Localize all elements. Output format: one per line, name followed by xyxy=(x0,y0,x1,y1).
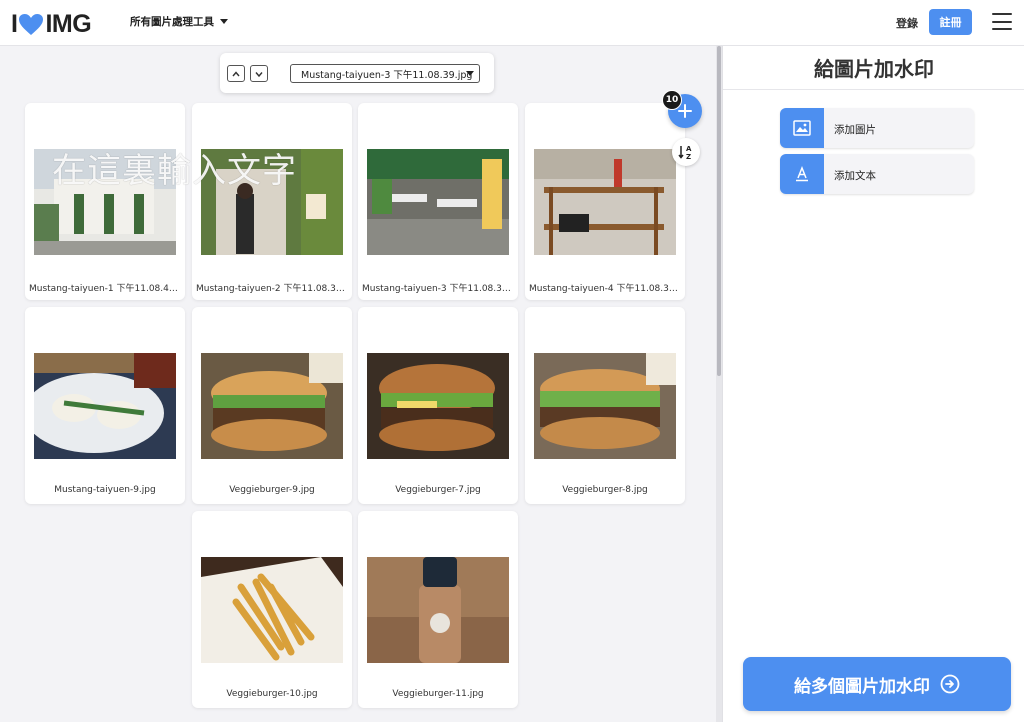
image-thumbnail xyxy=(34,149,176,255)
file-navigation-toolbar: Mustang-taiyuen-3 下午11.08.39.jpg xyxy=(220,53,494,93)
sort-az-button[interactable]: A Z xyxy=(672,138,700,166)
sort-az-icon: A Z xyxy=(678,145,692,161)
dropdown-caret-icon xyxy=(466,71,474,76)
logo-text-right: IMG xyxy=(45,10,92,38)
image-icon xyxy=(780,108,824,148)
image-thumbnail xyxy=(201,557,343,663)
chevron-down-icon xyxy=(220,19,228,24)
image-card[interactable]: Mustang-taiyuen-1 下午11.08.41.j... xyxy=(25,103,185,300)
apply-watermark-button[interactable]: 給多個圖片加水印 xyxy=(743,657,1011,711)
all-tools-label: 所有圖片處理工具 xyxy=(130,16,214,28)
image-filename: Mustang-taiyuen-2 下午11.08.39.... xyxy=(196,284,348,294)
image-filename: Veggieburger-9.jpg xyxy=(229,485,315,495)
image-card[interactable]: Veggieburger-11.jpg xyxy=(358,511,518,708)
logo[interactable]: I IMG xyxy=(11,10,92,39)
image-card[interactable]: Veggieburger-9.jpg xyxy=(192,307,352,504)
add-text-watermark-button[interactable]: 添加文本 xyxy=(780,154,974,194)
image-thumbnail xyxy=(367,557,509,663)
scrollbar-thumb[interactable] xyxy=(717,46,721,376)
image-thumbnail xyxy=(201,149,343,255)
image-filename: Mustang-taiyuen-9.jpg xyxy=(54,485,156,495)
image-card[interactable]: Mustang-taiyuen-3 下午11.08.39.... xyxy=(358,103,518,300)
login-link[interactable]: 登錄 xyxy=(896,15,918,31)
sidebar-title: 給圖片加水印 xyxy=(723,46,1024,90)
image-count-badge: 10 xyxy=(662,90,682,110)
image-thumbnail xyxy=(534,149,676,255)
image-thumbnail xyxy=(534,353,676,459)
image-card[interactable]: Mustang-taiyuen-9.jpg xyxy=(25,307,185,504)
image-filename: Veggieburger-11.jpg xyxy=(392,689,484,699)
svg-text:Z: Z xyxy=(686,153,691,161)
next-file-button[interactable] xyxy=(250,65,268,82)
all-tools-menu[interactable]: 所有圖片處理工具 xyxy=(130,14,228,29)
add-image-watermark-button[interactable]: 添加圖片 xyxy=(780,108,974,148)
image-thumbnail xyxy=(367,149,509,255)
image-card[interactable]: Veggieburger-7.jpg xyxy=(358,307,518,504)
text-icon xyxy=(780,154,824,194)
file-select-dropdown[interactable]: Mustang-taiyuen-3 下午11.08.39.jpg xyxy=(290,64,480,83)
logo-text-left: I xyxy=(11,10,18,38)
image-filename: Mustang-taiyuen-3 下午11.08.39.... xyxy=(362,284,514,294)
chevron-up-icon xyxy=(232,70,240,76)
selected-file-name: Mustang-taiyuen-3 下午11.08.39.jpg xyxy=(301,69,473,81)
apply-watermark-label: 給多個圖片加水印 xyxy=(794,676,930,697)
image-card[interactable]: Veggieburger-8.jpg xyxy=(525,307,685,504)
svg-text:A: A xyxy=(686,145,692,153)
arrow-right-circle-icon xyxy=(940,674,960,694)
image-card[interactable]: Mustang-taiyuen-4 下午11.08.39.... xyxy=(525,103,685,300)
image-filename: Veggieburger-8.jpg xyxy=(562,485,648,495)
image-thumbnail xyxy=(34,353,176,459)
heart-icon xyxy=(19,13,44,35)
add-text-label: 添加文本 xyxy=(834,170,876,182)
signup-button[interactable]: 註冊 xyxy=(929,9,972,35)
image-card[interactable]: Veggieburger-10.jpg xyxy=(192,511,352,708)
image-card[interactable]: Mustang-taiyuen-2 下午11.08.39.... xyxy=(192,103,352,300)
image-workspace: Mustang-taiyuen-3 下午11.08.39.jpg Mustang… xyxy=(0,46,716,722)
image-thumbnail xyxy=(367,353,509,459)
image-filename: Veggieburger-10.jpg xyxy=(226,689,318,699)
image-thumbnail xyxy=(201,353,343,459)
previous-file-button[interactable] xyxy=(227,65,245,82)
chevron-down-icon xyxy=(255,71,263,77)
image-filename: Mustang-taiyuen-1 下午11.08.41.j... xyxy=(29,284,181,294)
options-sidebar: 給圖片加水印 添加圖片 添加文本 給多個圖片加水印 xyxy=(722,46,1024,722)
add-image-label: 添加圖片 xyxy=(834,124,876,136)
image-filename: Mustang-taiyuen-4 下午11.08.39.... xyxy=(529,284,681,294)
top-header: I IMG 所有圖片處理工具 登錄 註冊 xyxy=(0,0,1024,46)
image-filename: Veggieburger-7.jpg xyxy=(395,485,481,495)
hamburger-menu-icon[interactable] xyxy=(992,13,1012,30)
